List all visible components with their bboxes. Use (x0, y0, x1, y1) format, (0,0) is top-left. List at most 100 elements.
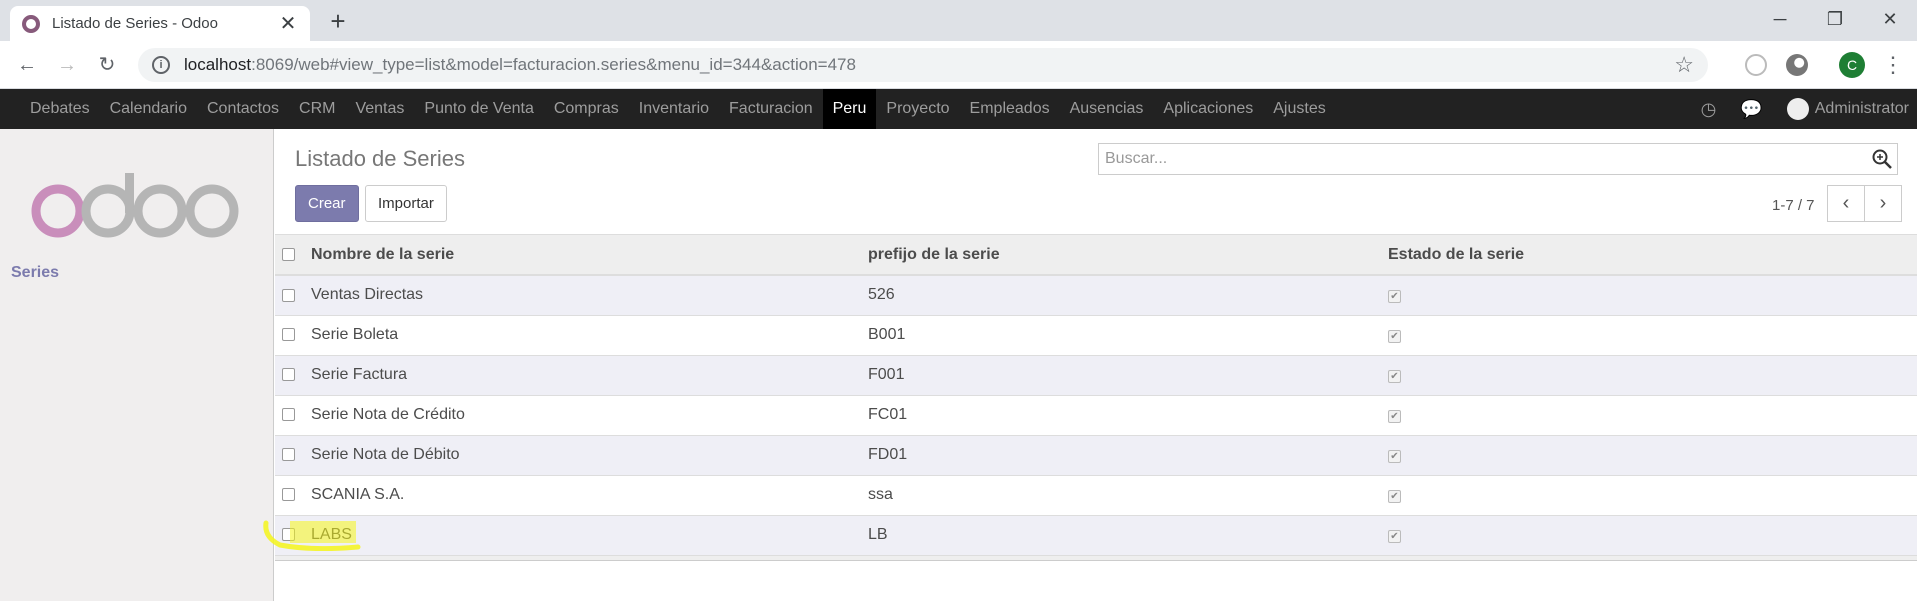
pager-previous-icon[interactable]: ‹ (1827, 185, 1865, 222)
extension-icon[interactable] (1745, 54, 1767, 76)
row-checkbox[interactable] (282, 448, 295, 462)
cell-prefijo: LB (868, 526, 888, 543)
cell-nombre: Serie Factura (311, 366, 408, 383)
forward-icon[interactable]: → (53, 51, 81, 79)
browser-tab[interactable]: Listado de Series - Odoo ✕ (10, 6, 310, 41)
table-row[interactable]: Ventas Directas 526 ✔ (275, 275, 1917, 315)
restore-icon[interactable]: ❐ (1806, 0, 1864, 41)
search-box (1098, 143, 1898, 175)
cell-nombre: Ventas Directas (311, 286, 424, 304)
import-button[interactable]: Importar (365, 185, 447, 222)
odoo-logo (31, 173, 239, 238)
cell-nombre: SCANIA S.A. (311, 486, 405, 503)
odoo-favicon-icon (22, 14, 40, 33)
new-tab-button[interactable]: + (322, 6, 354, 38)
menu-item-contactos[interactable]: Contactos (197, 89, 289, 129)
url-text: localhost:8069/web#view_type=list&model=… (184, 55, 856, 74)
search-input[interactable] (1099, 144, 1839, 174)
menu-item-facturacion[interactable]: Facturacion (719, 89, 823, 129)
select-all-checkbox[interactable] (282, 247, 295, 261)
menu-item-debates[interactable]: Debates (20, 89, 100, 129)
row-select-cell (275, 435, 303, 475)
select-all-cell (275, 235, 303, 275)
activity-clock-icon[interactable]: ◷ (1701, 99, 1717, 120)
menu-item-compras[interactable]: Compras (544, 89, 629, 129)
tab-title: Listado de Series - Odoo (52, 15, 218, 32)
browser-toolbar: ← → ↻ i localhost:8069/web#view_type=lis… (0, 41, 1917, 89)
menu-item-ausencias[interactable]: Ausencias (1060, 89, 1154, 129)
profile-avatar[interactable]: C (1839, 52, 1865, 78)
search-icon[interactable] (1871, 148, 1893, 170)
estado-checked-checkbox: ✔ (1388, 530, 1401, 543)
site-info-icon[interactable]: i (152, 56, 170, 74)
user-menu[interactable]: Administrator (1815, 100, 1909, 118)
minimize-icon[interactable]: ─ (1751, 0, 1809, 41)
table-row[interactable]: Serie Nota de Crédito FC01 ✔ (275, 395, 1917, 435)
menu-item-inventario[interactable]: Inventario (629, 89, 719, 129)
row-checkbox[interactable] (282, 288, 295, 302)
row-checkbox[interactable] (282, 368, 295, 382)
table-row[interactable]: LABS LB ✔ (275, 515, 1917, 555)
cell-nombre: Serie Nota de Débito (311, 446, 460, 463)
sidebar-item-series[interactable]: Series (11, 264, 59, 282)
table-row[interactable]: Serie Factura F001 ✔ (275, 355, 1917, 395)
bookmark-star-icon[interactable]: ☆ (1674, 52, 1694, 78)
cell-prefijo: FC01 (868, 406, 908, 423)
estado-checked-checkbox: ✔ (1388, 290, 1401, 304)
menu-item-ajustes[interactable]: Ajustes (1263, 89, 1335, 129)
browser-tabstrip: Listado de Series - Odoo ✕ + ─ ❐ ✕ (0, 0, 1917, 41)
estado-checked-checkbox: ✔ (1388, 450, 1401, 463)
menu-item-peru[interactable]: Peru (822, 89, 877, 129)
cell-estado: ✔ (1380, 315, 1917, 355)
cell-nombre: Serie Nota de Crédito (311, 406, 465, 423)
cell-prefijo: B001 (868, 326, 906, 343)
table-row[interactable]: Serie Boleta B001 ✔ (275, 315, 1917, 355)
row-select-cell (275, 315, 303, 355)
cell-estado: ✔ (1380, 435, 1917, 475)
menu-item-aplicaciones[interactable]: Aplicaciones (1153, 89, 1263, 129)
cell-estado: ✔ (1380, 275, 1917, 315)
sidebar: Series (0, 129, 274, 601)
cell-prefijo: ssa (868, 486, 893, 503)
cell-nombre: Serie Boleta (311, 326, 399, 343)
pager-next-icon[interactable]: › (1864, 185, 1902, 222)
cell-estado: ✔ (1380, 475, 1917, 515)
menu-item-punto-de-venta[interactable]: Punto de Venta (414, 89, 543, 129)
estado-checked-checkbox: ✔ (1388, 370, 1401, 383)
row-select-cell (275, 475, 303, 515)
table-header-row: Nombre de la serie prefijo de la serie E… (275, 235, 1917, 275)
menu-item-ventas[interactable]: Ventas (345, 89, 414, 129)
column-header-prefijo[interactable]: prefijo de la serie (860, 235, 1380, 275)
tab-close-icon[interactable]: ✕ (278, 11, 298, 36)
menu-item-empleados[interactable]: Empleados (960, 89, 1060, 129)
user-avatar[interactable] (1786, 98, 1809, 120)
cell-estado: ✔ (1380, 355, 1917, 395)
menu-item-calendario[interactable]: Calendario (100, 89, 197, 129)
highlight-annotation (263, 520, 361, 551)
row-select-cell (275, 275, 303, 315)
column-header-nombre[interactable]: Nombre de la serie (303, 235, 860, 275)
address-bar[interactable]: i localhost:8069/web#view_type=list&mode… (138, 48, 1708, 82)
browser-menu-icon[interactable]: ⋮ (1882, 51, 1904, 79)
create-button[interactable]: Crear (295, 185, 359, 222)
close-window-icon[interactable]: ✕ (1861, 0, 1917, 41)
table-row[interactable]: SCANIA S.A. ssa ✔ (275, 475, 1917, 515)
column-header-estado[interactable]: Estado de la serie (1380, 235, 1917, 275)
estado-checked-checkbox: ✔ (1388, 410, 1401, 423)
row-checkbox[interactable] (282, 408, 295, 422)
row-checkbox[interactable] (282, 328, 295, 342)
row-checkbox[interactable] (282, 488, 295, 502)
extension-icon[interactable] (1786, 54, 1808, 76)
messaging-icon[interactable]: 💬 (1740, 99, 1762, 120)
menu-item-proyecto[interactable]: Proyecto (876, 89, 959, 129)
menu-item-crm[interactable]: CRM (289, 89, 345, 129)
back-icon[interactable]: ← (13, 51, 41, 79)
cell-prefijo: 526 (868, 286, 895, 304)
pager-value[interactable]: 1-7 / 7 (1772, 197, 1815, 214)
reload-icon[interactable]: ↻ (93, 51, 121, 79)
table-row[interactable]: Serie Nota de Débito FD01 ✔ (275, 435, 1917, 475)
control-panel: Listado de Series Crear Importar 1-7 / 7… (275, 129, 1917, 235)
estado-checked-checkbox: ✔ (1388, 330, 1401, 343)
table-footer (275, 555, 1917, 561)
cell-estado: ✔ (1380, 515, 1917, 555)
